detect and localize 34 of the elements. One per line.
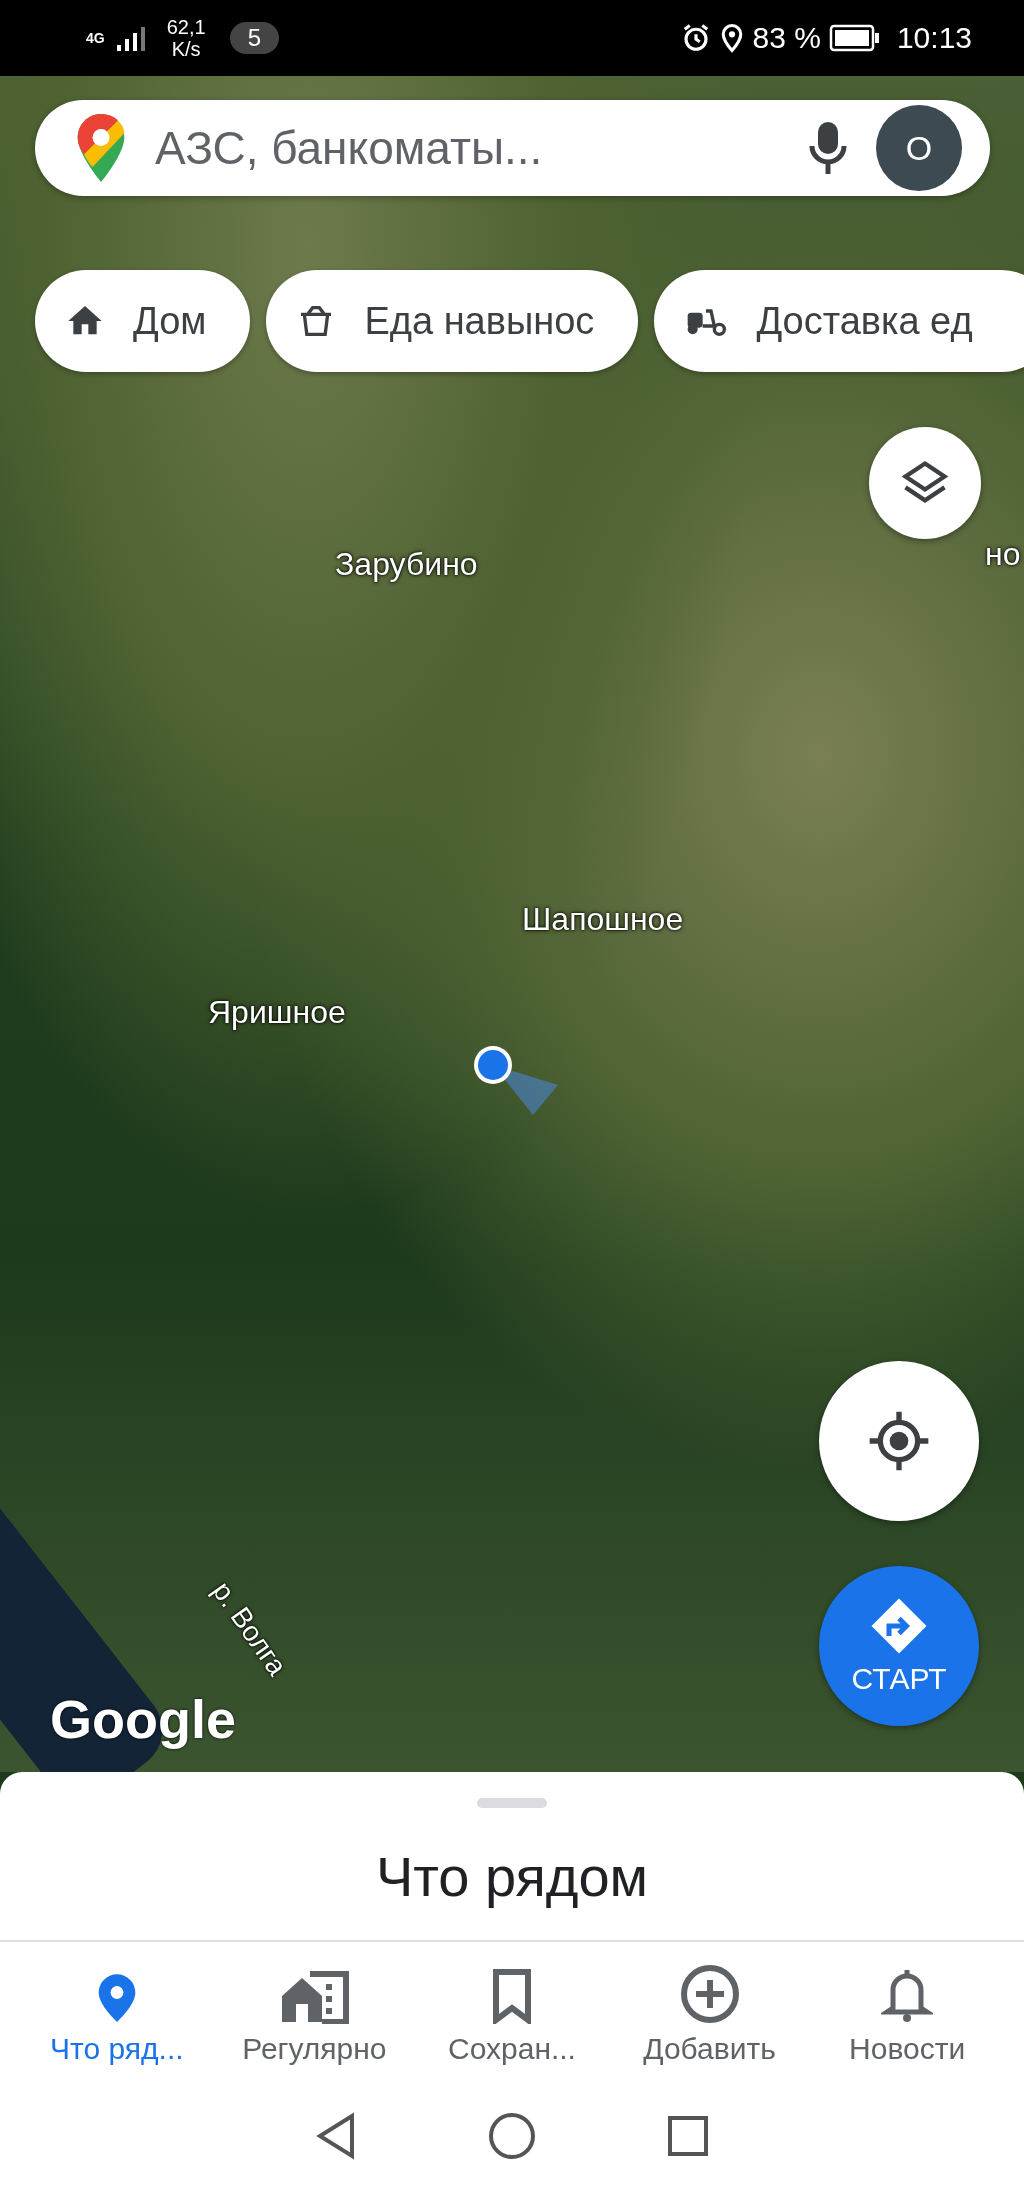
place-label: Зарубино — [335, 546, 478, 583]
battery-icon — [828, 24, 881, 52]
microphone-icon[interactable] — [808, 120, 848, 176]
category-chip[interactable]: Еда навынос — [266, 270, 639, 372]
place-label: Яришное — [208, 994, 346, 1031]
directions-icon — [869, 1596, 929, 1656]
search-field[interactable]: АЗС, банкоматы... O — [35, 100, 990, 196]
google-logo: Google — [50, 1688, 236, 1750]
sheet-title: Что рядом — [375, 1844, 649, 1909]
my-location-icon — [867, 1409, 931, 1473]
place-label: Шапошное — [522, 901, 684, 938]
notification-count: 5 — [229, 22, 279, 54]
category-chip[interactable]: Дом — [35, 270, 251, 372]
home-circle-icon[interactable] — [488, 2112, 536, 2160]
network-type: 4G — [86, 30, 105, 46]
add-circle-icon — [679, 1964, 740, 2024]
speed-unit: K/s — [171, 38, 201, 60]
bookmark-icon — [492, 1968, 532, 2024]
nav-tab[interactable]: Сохран... — [417, 1942, 607, 2080]
nav-tab[interactable]: Что ряд... — [21, 1942, 212, 2080]
search-placeholder: АЗС, банкоматы... — [155, 121, 544, 175]
account-avatar[interactable]: O — [876, 105, 962, 191]
speed-value: 62,1 — [166, 16, 206, 38]
place-label: но — [985, 536, 1021, 573]
maps-pin-logo-icon — [75, 112, 127, 184]
recent-apps-icon[interactable] — [666, 2114, 710, 2158]
nav-tab[interactable]: Новости — [812, 1942, 1003, 2080]
clock-time: 10:13 — [896, 21, 972, 55]
bottom-sheet[interactable]: Что рядом — [0, 1772, 1024, 1940]
battery-percent: 83 % — [752, 21, 821, 55]
category-chip[interactable]: Доставка ед — [654, 270, 1024, 372]
drag-handle[interactable] — [477, 1798, 547, 1808]
nav-tab[interactable]: Регулярно — [219, 1942, 410, 2080]
nav-tab[interactable]: Добавить — [614, 1942, 805, 2080]
